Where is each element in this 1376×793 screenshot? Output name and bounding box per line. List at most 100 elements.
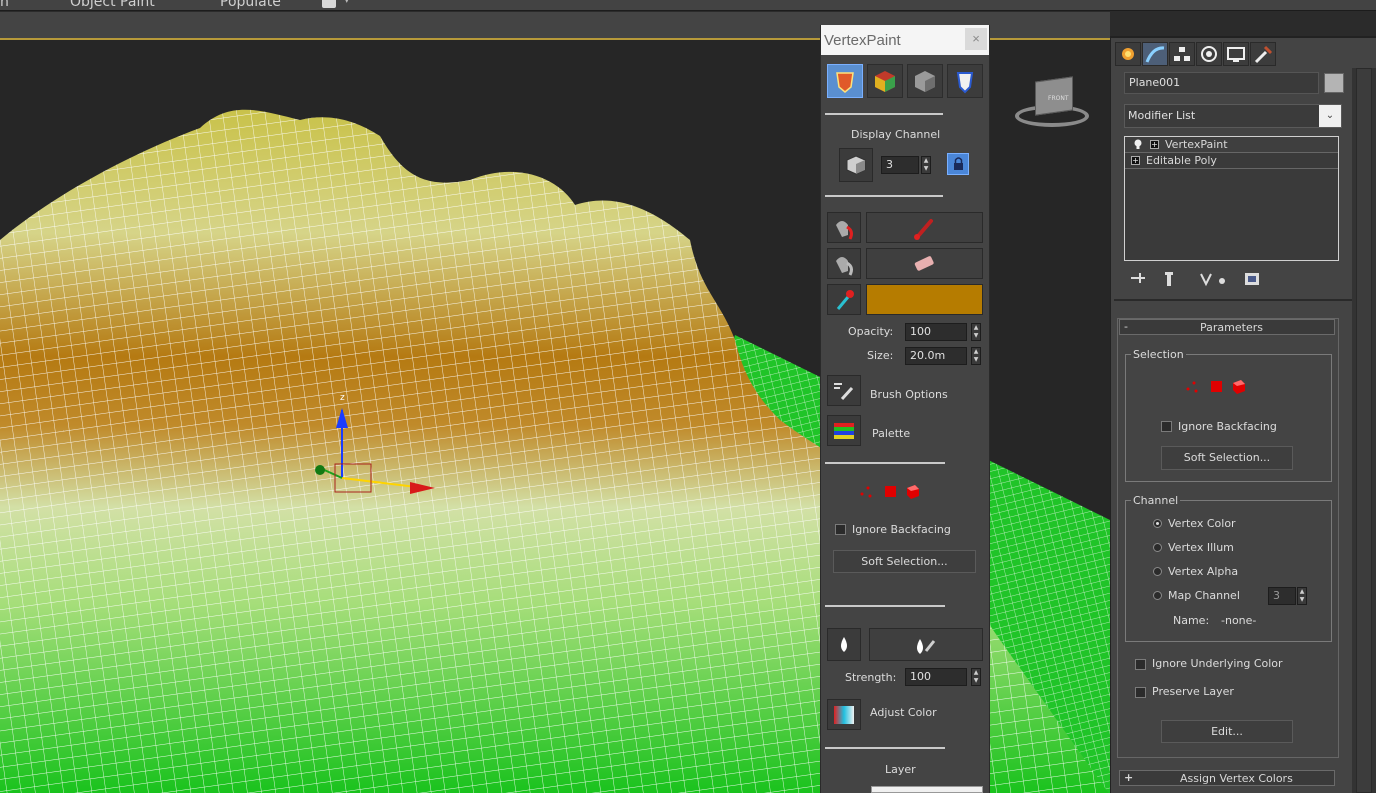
ignore-backfacing-checkbox[interactable]	[835, 524, 846, 535]
radio-map-channel[interactable]	[1153, 591, 1162, 600]
ignore-backfacing-checkbox[interactable]	[1161, 421, 1172, 432]
size-spinner-arrows[interactable]: ▲ ▼	[971, 347, 981, 365]
ribbon-item-populate[interactable]: Populate	[220, 0, 281, 10]
preserve-layer-checkbox[interactable]	[1135, 687, 1146, 698]
element-selection-icon[interactable]	[907, 485, 919, 499]
soft-selection-button[interactable]: Soft Selection...	[833, 550, 976, 573]
expand-icon[interactable]: +	[1124, 771, 1133, 784]
vertexpaint-dialog: VertexPaint × Display Channel 3 ▲ ▼ Opac…	[820, 25, 990, 793]
erase-brush-settings-button[interactable]	[827, 248, 861, 279]
display-channel-spinner-arrows[interactable]: ▲ ▼	[921, 156, 931, 174]
expand-icon[interactable]: +	[1150, 140, 1159, 149]
blur-brush-button[interactable]	[869, 628, 983, 661]
soft-selection-button[interactable]: Soft Selection...	[1161, 446, 1293, 470]
face-selection-icon[interactable]	[1211, 381, 1222, 392]
color-cube-display-button[interactable]	[867, 64, 903, 98]
lightbulb-icon[interactable]	[1133, 139, 1143, 150]
selection-group-label: Selection	[1131, 348, 1186, 361]
ribbon-item-freeform[interactable]: n	[0, 0, 9, 10]
modify-tab-icon	[1145, 46, 1165, 63]
eyedropper-button[interactable]	[827, 284, 861, 315]
paint-button[interactable]	[866, 212, 983, 243]
erase-button[interactable]	[866, 248, 983, 279]
ribbon-bar: n Object Paint Populate ▾	[0, 0, 1376, 11]
tab-display[interactable]	[1223, 42, 1249, 66]
channel-group-label: Channel	[1131, 494, 1181, 507]
face-selection-icon[interactable]	[885, 486, 896, 497]
palette-button[interactable]	[827, 415, 861, 446]
display-channel-spinner[interactable]: 3	[881, 156, 919, 174]
shield-display-button[interactable]	[947, 64, 983, 98]
opacity-spinner-arrows[interactable]: ▲ ▼	[971, 323, 981, 341]
ribbon-dropdown-icon[interactable]	[322, 0, 336, 8]
map-channel-spinner-arrows[interactable]: ▲ ▼	[1297, 587, 1307, 605]
strength-spinner-arrows[interactable]: ▲ ▼	[971, 668, 981, 686]
command-panel-scrollbar[interactable]	[1352, 68, 1376, 793]
adjust-color-button[interactable]	[827, 699, 861, 730]
ribbon-item-object-paint[interactable]: Object Paint	[70, 0, 155, 10]
vertexpaint-titlebar[interactable]: VertexPaint ×	[821, 25, 989, 55]
layer-label: Layer	[885, 763, 916, 776]
separator	[825, 113, 943, 115]
radio-vertex-alpha[interactable]	[1153, 567, 1162, 576]
modifier-list-dropdown[interactable]: Modifier List ⌄	[1124, 104, 1342, 128]
remove-modifier-icon[interactable]	[1245, 273, 1259, 285]
viewcube[interactable]: FRONT	[1015, 76, 1091, 129]
edit-button[interactable]: Edit...	[1161, 720, 1293, 743]
grey-cube-display-button[interactable]	[907, 64, 943, 98]
palette-label: Palette	[872, 427, 911, 440]
assign-vertex-colors-title: Assign Vertex Colors	[1180, 772, 1293, 785]
strength-spinner[interactable]: 100	[905, 668, 967, 686]
shield-icon	[956, 72, 974, 94]
expand-icon[interactable]: +	[1131, 156, 1140, 165]
ignore-backfacing-label: Ignore Backfacing	[1178, 420, 1277, 433]
element-selection-icon[interactable]	[1233, 380, 1245, 394]
paint-color-swatch[interactable]	[866, 284, 983, 315]
tab-hierarchy[interactable]	[1169, 42, 1195, 66]
ignore-underlying-color-checkbox[interactable]	[1135, 659, 1146, 670]
object-name-field[interactable]: Plane001	[1124, 72, 1319, 94]
stack-toolbar	[1131, 272, 1259, 287]
map-channel-spinner[interactable]: 3	[1268, 587, 1296, 605]
opacity-spinner[interactable]: 100	[905, 323, 967, 341]
close-button[interactable]: ×	[965, 28, 987, 50]
brush-options-button[interactable]	[827, 375, 861, 406]
radio-vertex-illum[interactable]	[1153, 543, 1162, 552]
eyedropper-icon	[836, 290, 854, 310]
drop-icon	[841, 637, 847, 652]
object-color-swatch[interactable]	[1324, 73, 1344, 93]
chevron-down-icon[interactable]: ▾	[344, 0, 350, 6]
tab-motion[interactable]	[1196, 42, 1222, 66]
adjust-color-icon	[834, 706, 854, 724]
scrollbar-thumb[interactable]	[1356, 68, 1372, 793]
stack-item-editable-poly[interactable]: + Editable Poly	[1125, 153, 1338, 169]
assign-vertex-colors-rollout-header[interactable]: + Assign Vertex Colors	[1119, 770, 1335, 786]
stack-item-vertexpaint[interactable]: + VertexPaint	[1125, 137, 1338, 153]
vertex-selection-icon[interactable]	[860, 486, 872, 498]
stack-item-label: Editable Poly	[1146, 154, 1217, 167]
vertex-selection-icon[interactable]	[1186, 381, 1198, 393]
chevron-down-icon[interactable]: ⌄	[1319, 105, 1341, 127]
blur-settings-button[interactable]	[827, 628, 861, 661]
tab-utilities[interactable]	[1250, 42, 1276, 66]
layer-dropdown[interactable]	[871, 786, 983, 793]
create-tab-icon	[1122, 48, 1134, 60]
paint-brush-settings-button[interactable]	[827, 212, 861, 243]
separator	[825, 605, 945, 607]
vertex-color-display-button[interactable]	[827, 64, 863, 98]
vertexpaint-title: VertexPaint	[824, 32, 901, 49]
lock-button[interactable]	[947, 153, 969, 175]
tab-create[interactable]	[1115, 42, 1141, 66]
strength-label: Strength:	[845, 671, 897, 684]
display-channel-button[interactable]	[839, 148, 873, 182]
hierarchy-tab-icon	[1174, 47, 1190, 61]
tab-modify[interactable]	[1142, 42, 1168, 66]
motion-tab-icon	[1201, 46, 1217, 62]
size-spinner[interactable]: 20.0m	[905, 347, 967, 365]
make-unique-icon[interactable]	[1200, 273, 1225, 287]
pin-stack-icon[interactable]	[1131, 273, 1145, 283]
show-end-result-icon[interactable]	[1165, 272, 1173, 286]
radio-vertex-color[interactable]	[1153, 519, 1162, 528]
separator	[825, 195, 943, 197]
viewcube-front-label[interactable]: FRONT	[1048, 95, 1069, 102]
